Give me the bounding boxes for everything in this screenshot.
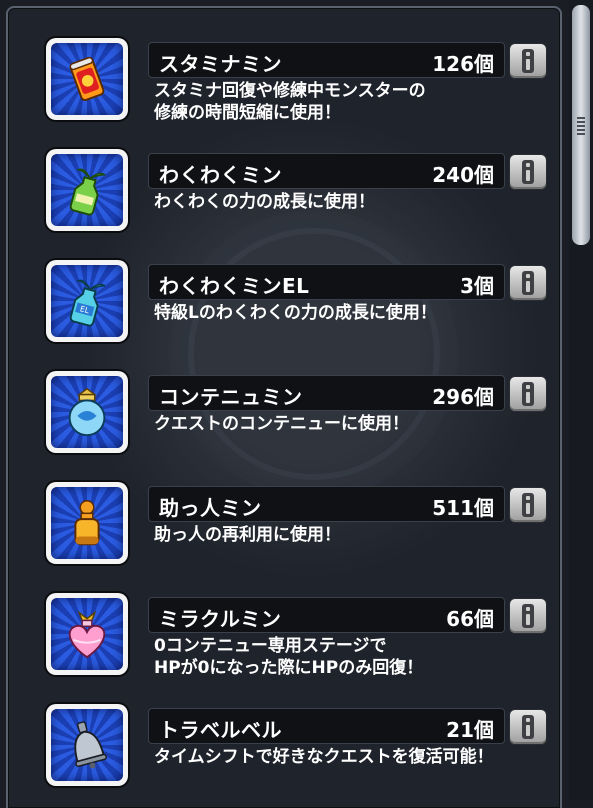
item-description: 特級Lのわくわくの力の成長に使用！	[154, 303, 437, 323]
item-count: 126個	[432, 52, 494, 76]
item-count: 511個	[432, 496, 494, 520]
info-button[interactable]	[510, 44, 546, 78]
list-item[interactable]: わくわくミン 240個 わくわくの力の成長に使用！	[8, 119, 560, 231]
blue-jar-icon	[68, 387, 106, 437]
item-icon-frame	[46, 593, 128, 675]
item-name-bar: わくわくミン 240個	[148, 153, 505, 189]
item-name: スタミナミン	[159, 52, 282, 76]
item-name-bar: トラベルベル 21個	[148, 708, 505, 744]
item-name-bar: ミラクルミン 66個	[148, 597, 505, 633]
info-icon	[522, 493, 534, 517]
item-name: わくわくミン	[159, 163, 282, 187]
item-description: タイムシフトで好きなクエストを復活可能！	[154, 747, 494, 767]
item-icon-frame	[46, 482, 128, 564]
item-name-bar: スタミナミン 126個	[148, 42, 505, 78]
bell-icon	[74, 721, 107, 769]
item-list-panel: スタミナミン 126個 スタミナ回復や修練中モンスターの 修練の時間短縮に使用！…	[6, 6, 562, 808]
item-count: 21個	[446, 718, 494, 742]
list-item[interactable]: トラベルベル 21個 タイムシフトで好きなクエストを復活可能！	[8, 674, 560, 786]
item-description: わくわくの力の成長に使用！	[154, 192, 375, 212]
item-icon-frame	[46, 149, 128, 231]
pink-heart-bottle-icon	[68, 610, 106, 659]
item-count: 240個	[432, 163, 494, 187]
info-button[interactable]	[510, 710, 546, 744]
info-button[interactable]	[510, 377, 546, 411]
info-button[interactable]	[510, 488, 546, 522]
item-name-bar: 助っ人ミン 511個	[148, 486, 505, 522]
item-count: 66個	[446, 607, 494, 631]
item-name: ミラクルミン	[159, 607, 282, 631]
item-icon-frame	[46, 371, 128, 453]
item-count: 296個	[432, 385, 494, 409]
item-name: コンテニュミン	[159, 385, 303, 409]
info-button[interactable]	[510, 266, 546, 300]
list-item[interactable]: スタミナミン 126個 スタミナ回復や修練中モンスターの 修練の時間短縮に使用！	[8, 8, 560, 123]
list-item[interactable]: ミラクルミン 66個 0コンテニュー専用ステージで HPが0になった際にHPのみ…	[8, 563, 560, 678]
stamina-can-icon	[69, 56, 105, 102]
item-name: わくわくミンEL	[159, 274, 310, 298]
info-icon	[522, 715, 534, 739]
item-name-bar: わくわくミンEL 3個	[148, 264, 505, 300]
green-bottle-icon	[69, 168, 106, 216]
item-description: クエストのコンテニューに使用！	[154, 414, 409, 434]
info-icon	[522, 160, 534, 184]
info-icon	[522, 49, 534, 73]
item-description: 助っ人の再利用に使用！	[154, 525, 341, 545]
info-icon	[522, 604, 534, 628]
item-icon-frame: EL	[46, 260, 128, 342]
list-item[interactable]: コンテニュミン 296個 クエストのコンテニューに使用！	[8, 341, 560, 453]
scrollbar-thumb[interactable]	[572, 5, 590, 245]
info-icon	[522, 271, 534, 295]
item-icon-frame	[46, 38, 128, 120]
info-button[interactable]	[510, 599, 546, 633]
item-name: 助っ人ミン	[159, 496, 262, 520]
item-description: 0コンテニュー専用ステージで HPが0になった際にHPのみ回復！	[154, 636, 424, 678]
list-item[interactable]: EL わくわくミンEL 3個 特級Lのわくわくの力の成長に使用！	[8, 230, 560, 342]
item-name: トラベルベル	[159, 718, 282, 742]
el-bottle-icon: EL	[69, 279, 106, 327]
scrollbar[interactable]	[569, 0, 593, 800]
item-icon-frame	[46, 704, 128, 786]
item-name-bar: コンテニュミン 296個	[148, 375, 505, 411]
orange-bottle-icon	[74, 500, 100, 546]
scrollbar-grip-icon	[577, 117, 585, 135]
list-item[interactable]: 助っ人ミン 511個 助っ人の再利用に使用！	[8, 452, 560, 564]
info-icon	[522, 382, 534, 406]
item-count: 3個	[460, 274, 494, 298]
item-description: スタミナ回復や修練中モンスターの 修練の時間短縮に使用！	[154, 81, 426, 123]
info-button[interactable]	[510, 155, 546, 189]
